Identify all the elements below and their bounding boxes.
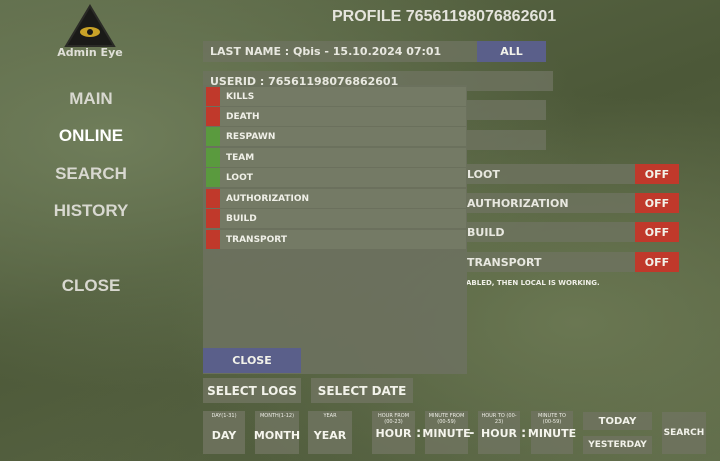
toggle-label: TRANSPORT: [467, 255, 542, 269]
hour-from-field[interactable]: HOUR FROM (00-23) HOUR: [372, 411, 415, 454]
month-caption: MONTH(1-12): [259, 413, 295, 419]
toggle-row-transport: TRANSPORT: [460, 252, 639, 272]
eye-triangle-icon: [64, 4, 116, 47]
log-type-authorization[interactable]: AUTHORIZATION: [206, 189, 466, 208]
log-type-label: RESPAWN: [226, 131, 276, 142]
log-type-transport[interactable]: TRANSPORT: [206, 230, 466, 249]
page-title: PROFILE 76561198076862601: [332, 8, 557, 25]
day-caption: DAY(1-31): [211, 413, 237, 419]
log-type-label: TRANSPORT: [226, 234, 287, 245]
log-type-loot[interactable]: LOOT: [206, 168, 466, 187]
year-field[interactable]: YEAR YEAR: [308, 411, 352, 454]
search-button[interactable]: SEARCH: [662, 412, 706, 454]
log-type-label: DEATH: [226, 111, 260, 122]
toggle-row-build: BUILD: [460, 222, 639, 242]
enabled-indicator: [206, 127, 220, 146]
log-type-label: KILLS: [226, 91, 255, 102]
select-date-button[interactable]: SELECT DATE: [311, 378, 413, 403]
toggle-label: BUILD: [467, 225, 505, 239]
toggle-row-authorization: AUTHORIZATION: [460, 193, 639, 213]
log-type-label: AUTHORIZATION: [226, 193, 310, 204]
nav-online[interactable]: ONLINE: [30, 126, 152, 146]
day-value: DAY: [211, 429, 237, 442]
minute-to-caption: MINUTE TO (00-59): [538, 413, 566, 425]
disabled-indicator: [206, 87, 220, 106]
log-type-team[interactable]: TEAM: [206, 148, 466, 167]
last-name-bar: LAST NAME : Qbis - 15.10.2024 07:01: [203, 41, 482, 62]
day-field[interactable]: DAY(1-31) DAY: [203, 411, 245, 454]
hour-to-caption: HOUR TO (00-23): [481, 413, 517, 425]
all-button[interactable]: ALL: [477, 41, 546, 62]
log-type-label: LOOT: [226, 172, 253, 183]
toggle-row-loot: LOOT: [460, 164, 639, 184]
log-type-label: BUILD: [226, 213, 257, 224]
toggle-label: AUTHORIZATION: [467, 196, 569, 210]
today-button[interactable]: TODAY: [583, 412, 652, 430]
toggle-authorization-button[interactable]: OFF: [635, 193, 679, 213]
admin-eye-logo: [62, 4, 118, 48]
log-type-death[interactable]: DEATH: [206, 107, 466, 126]
logo-text: Admin Eye: [57, 46, 123, 59]
log-type-kills[interactable]: KILLS: [206, 87, 466, 106]
disabled-indicator: [206, 189, 220, 208]
disabled-indicator: [206, 209, 220, 228]
disabled-indicator: [206, 107, 220, 126]
toggle-loot-button[interactable]: OFF: [635, 164, 679, 184]
yesterday-button[interactable]: YESTERDAY: [583, 436, 652, 454]
nav-close[interactable]: CLOSE: [30, 276, 152, 296]
nav-search[interactable]: SEARCH: [30, 164, 152, 184]
minute-from-field[interactable]: MINUTE FROM (00-59) MINUTE: [422, 411, 471, 454]
nav-main[interactable]: MAIN: [30, 89, 152, 109]
time-colon: :: [416, 426, 422, 441]
log-type-build[interactable]: BUILD: [206, 209, 466, 228]
minute-from-value: MINUTE: [422, 427, 471, 440]
time-colon: :: [521, 426, 527, 441]
hour-from-value: HOUR: [375, 427, 412, 440]
log-type-label: TEAM: [226, 152, 255, 163]
disabled-indicator: [206, 230, 220, 249]
hour-from-caption: HOUR FROM (00-23): [377, 413, 410, 425]
toggle-label: LOOT: [467, 167, 500, 181]
year-caption: YEAR: [323, 413, 337, 419]
last-name-text: LAST NAME : Qbis - 15.10.2024 07:01: [210, 45, 442, 58]
hour-to-value: HOUR: [481, 427, 517, 440]
nav-history[interactable]: HISTORY: [30, 201, 152, 221]
time-dash: -: [469, 426, 475, 441]
toggle-build-button[interactable]: OFF: [635, 222, 679, 242]
minute-to-field[interactable]: MINUTE TO (00-59) MINUTE: [527, 411, 577, 454]
info-note: ABLED, THEN LOCAL IS WORKING.: [466, 279, 600, 287]
minute-from-caption: MINUTE FROM (00-59): [428, 413, 465, 425]
hour-to-field[interactable]: HOUR TO (00-23) HOUR: [478, 411, 520, 454]
year-value: YEAR: [313, 429, 347, 442]
enabled-indicator: [206, 148, 220, 167]
log-type-respawn[interactable]: RESPAWN: [206, 127, 466, 146]
month-value: MONTH: [253, 429, 301, 442]
popup-close-button[interactable]: CLOSE: [203, 348, 301, 373]
enabled-indicator: [206, 168, 220, 187]
month-field[interactable]: MONTH(1-12) MONTH: [253, 411, 301, 454]
toggle-transport-button[interactable]: OFF: [635, 252, 679, 272]
minute-to-value: MINUTE: [527, 427, 577, 440]
select-logs-button[interactable]: SELECT LOGS: [203, 378, 301, 403]
